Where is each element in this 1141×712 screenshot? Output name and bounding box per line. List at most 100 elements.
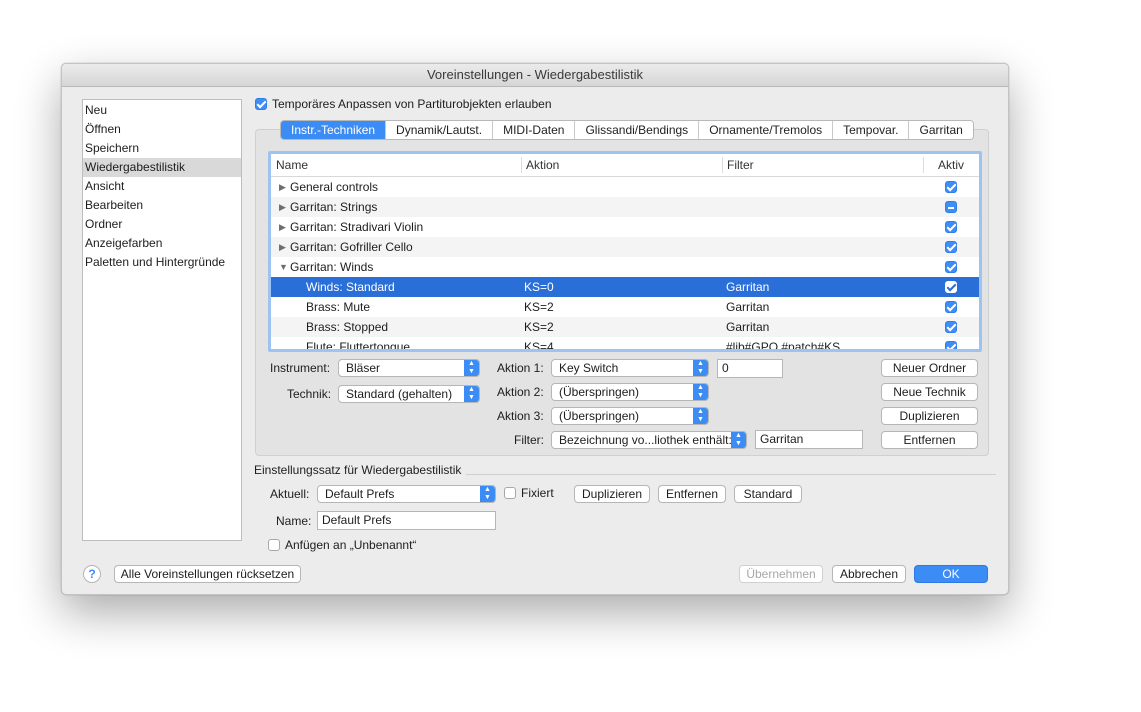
table-row[interactable]: ▶ General controls xyxy=(271,177,979,197)
instrument-label: Instrument: xyxy=(270,361,331,375)
updown-arrows-icon: ▲ ▼ xyxy=(480,486,495,502)
updown-arrows-icon: ▲ ▼ xyxy=(693,384,708,400)
tab-garritan[interactable]: Garritan xyxy=(909,121,973,139)
row-aktion: KS=0 xyxy=(524,280,554,294)
temp-adjust-label: Temporäres Anpassen von Partiturobjekten… xyxy=(272,97,552,111)
sidebar: Neu Öffnen Speichern Wiedergabestilistik… xyxy=(82,99,242,541)
table-row[interactable]: ▶ Garritan: Stradivari Violin xyxy=(271,217,979,237)
disclosure-right-icon[interactable]: ▶ xyxy=(279,197,286,217)
table-row-selected[interactable]: Winds: Standard KS=0 Garritan xyxy=(271,277,979,297)
duplicate-settings-button[interactable]: Duplizieren xyxy=(574,485,650,503)
filter-text-field[interactable]: Garritan xyxy=(755,430,863,449)
remove-technique-button[interactable]: Entfernen xyxy=(881,431,978,449)
table-row[interactable]: Brass: Stopped KS=2 Garritan xyxy=(271,317,979,337)
new-folder-button[interactable]: Neuer Ordner xyxy=(881,359,978,377)
column-header-aktiv[interactable]: Aktiv xyxy=(938,154,964,176)
reset-all-button[interactable]: Alle Voreinstellungen rücksetzen xyxy=(114,565,301,583)
disclosure-right-icon[interactable]: ▶ xyxy=(279,177,286,197)
table-row[interactable]: Flute: Fluttertongue KS=4 #lib#GPO #patc… xyxy=(271,337,979,352)
instrument-popup[interactable]: Bläser ▲ ▼ xyxy=(338,359,480,377)
tab-instr-techniken[interactable]: Instr.-Techniken xyxy=(281,121,387,139)
aktuell-popup[interactable]: Default Prefs ▲ ▼ xyxy=(317,485,496,503)
updown-arrows-icon: ▲ ▼ xyxy=(464,386,479,402)
row-active-checkbox[interactable] xyxy=(945,261,957,273)
techniques-table[interactable]: Name Aktion Filter Aktiv ▶ General contr… xyxy=(268,151,982,352)
cancel-button[interactable]: Abbrechen xyxy=(832,565,906,583)
sidebar-item-ordner[interactable]: Ordner xyxy=(83,215,241,234)
row-filter: Garritan xyxy=(726,300,770,314)
sidebar-item-neu[interactable]: Neu xyxy=(83,101,241,120)
table-row[interactable]: ▼ Garritan: Winds xyxy=(271,257,979,277)
table-header: Name Aktion Filter Aktiv xyxy=(271,154,979,177)
tab-dynamik[interactable]: Dynamik/Lautst. xyxy=(386,121,494,139)
aktion3-label: Aktion 3: xyxy=(497,409,544,423)
sidebar-item-anzeigefarben[interactable]: Anzeigefarben xyxy=(83,234,241,253)
new-technique-button[interactable]: Neue Technik xyxy=(881,383,978,401)
ok-button[interactable]: OK xyxy=(914,565,988,583)
fixiert-checkbox[interactable] xyxy=(504,487,516,499)
sidebar-item-oeffnen[interactable]: Öffnen xyxy=(83,120,241,139)
aktion1-label: Aktion 1: xyxy=(497,361,544,375)
row-name: Garritan: Strings xyxy=(290,200,378,214)
append-checkbox[interactable] xyxy=(268,539,280,551)
sidebar-item-wiedergabestilistik[interactable]: Wiedergabestilistik xyxy=(83,158,241,177)
preferences-window: Voreinstellungen - Wiedergabestilistik N… xyxy=(61,63,1009,595)
filter-value: Bezeichnung vo...liothek enthält: xyxy=(559,433,732,447)
aktion1-value-field[interactable]: 0 xyxy=(717,359,783,378)
help-icon[interactable]: ? xyxy=(83,565,101,583)
apply-button[interactable]: Übernehmen xyxy=(739,565,823,583)
tab-midi-daten[interactable]: MIDI-Daten xyxy=(493,121,576,139)
aktion3-popup[interactable]: (Überspringen) ▲ ▼ xyxy=(551,407,709,425)
row-filter: Garritan xyxy=(726,280,770,294)
disclosure-right-icon[interactable]: ▶ xyxy=(279,217,286,237)
row-active-checkbox[interactable] xyxy=(945,281,957,293)
instrument-value: Bläser xyxy=(346,361,381,375)
row-active-checkbox[interactable] xyxy=(945,301,957,313)
sidebar-item-speichern[interactable]: Speichern xyxy=(83,139,241,158)
row-active-checkbox[interactable] xyxy=(945,221,957,233)
row-filter: Garritan xyxy=(726,320,770,334)
row-active-checkbox[interactable] xyxy=(945,341,957,349)
column-header-filter[interactable]: Filter xyxy=(727,154,754,176)
sidebar-item-paletten[interactable]: Paletten und Hintergründe xyxy=(83,253,241,272)
updown-arrows-icon: ▲ ▼ xyxy=(731,432,746,448)
temp-adjust-checkbox[interactable] xyxy=(255,98,267,110)
table-row[interactable]: ▶ Garritan: Strings xyxy=(271,197,979,217)
row-filter: #lib#GPO #patch#KS xyxy=(726,340,841,352)
row-active-checkbox[interactable] xyxy=(945,201,957,213)
aktion2-value: (Überspringen) xyxy=(559,385,640,399)
technik-popup[interactable]: Standard (gehalten) ▲ ▼ xyxy=(338,385,480,403)
tab-glissandi[interactable]: Glissandi/Bendings xyxy=(575,121,700,139)
aktion3-value: (Überspringen) xyxy=(559,409,640,423)
row-active-checkbox[interactable] xyxy=(945,321,957,333)
tab-ornamente[interactable]: Ornamente/Tremolos xyxy=(699,121,834,139)
append-label: Anfügen an „Unbenannt“ xyxy=(285,538,417,552)
name-field[interactable]: Default Prefs xyxy=(317,511,496,530)
disclosure-right-icon[interactable]: ▶ xyxy=(279,237,286,257)
row-active-checkbox[interactable] xyxy=(945,181,957,193)
row-name: Garritan: Gofriller Cello xyxy=(290,240,413,254)
remove-settings-button[interactable]: Entfernen xyxy=(658,485,726,503)
aktion2-popup[interactable]: (Überspringen) ▲ ▼ xyxy=(551,383,709,401)
table-row[interactable]: Brass: Mute KS=2 Garritan xyxy=(271,297,979,317)
disclosure-down-icon[interactable]: ▼ xyxy=(279,257,288,277)
name-label: Name: xyxy=(276,514,312,528)
column-header-aktion[interactable]: Aktion xyxy=(526,154,559,176)
column-divider xyxy=(722,157,723,173)
row-aktion: KS=2 xyxy=(524,320,554,334)
sidebar-item-ansicht[interactable]: Ansicht xyxy=(83,177,241,196)
sidebar-item-bearbeiten[interactable]: Bearbeiten xyxy=(83,196,241,215)
column-header-name[interactable]: Name xyxy=(276,154,308,176)
aktion1-popup[interactable]: Key Switch ▲ ▼ xyxy=(551,359,709,377)
tab-tempovar[interactable]: Tempovar. xyxy=(833,121,910,139)
duplicate-technique-button[interactable]: Duplizieren xyxy=(881,407,978,425)
standard-button[interactable]: Standard xyxy=(734,485,802,503)
aktion1-value: Key Switch xyxy=(559,361,619,375)
row-name: Brass: Stopped xyxy=(306,320,389,334)
row-name: Winds: Standard xyxy=(306,280,395,294)
filter-popup[interactable]: Bezeichnung vo...liothek enthält: ▲ ▼ xyxy=(551,431,747,449)
table-row[interactable]: ▶ Garritan: Gofriller Cello xyxy=(271,237,979,257)
row-active-checkbox[interactable] xyxy=(945,241,957,253)
row-name: Brass: Mute xyxy=(306,300,371,314)
updown-arrows-icon: ▲ ▼ xyxy=(693,360,708,376)
